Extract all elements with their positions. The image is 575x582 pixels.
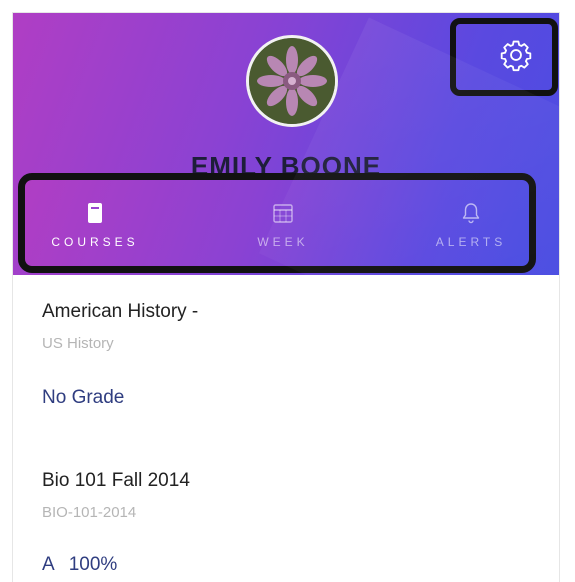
book-icon <box>88 203 102 223</box>
tab-courses-label: COURSES <box>51 235 139 249</box>
course-code: BIO-101-2014 <box>42 504 137 521</box>
app-screen: EMILY BOONE COURSES WEEK ALERTS American… <box>12 12 560 582</box>
course-title: American History - <box>42 301 199 322</box>
grade-percent: 100% <box>68 554 118 575</box>
profile-header: EMILY BOONE COURSES WEEK ALERTS <box>13 13 559 275</box>
course-title: Bio 101 Fall 2014 <box>42 470 190 491</box>
tab-alerts[interactable]: ALERTS <box>411 202 531 262</box>
course-code: US History <box>42 335 114 352</box>
flower-photo-icon <box>249 38 335 124</box>
tab-week-label: WEEK <box>257 235 309 249</box>
avatar[interactable] <box>246 35 338 127</box>
gear-icon <box>500 40 532 72</box>
tab-bar: COURSES WEEK ALERTS <box>18 173 536 273</box>
tab-week[interactable]: WEEK <box>223 202 343 262</box>
course-list: American History - US History No Grade B… <box>13 275 559 582</box>
course-item[interactable]: American History - US History No Grade <box>13 275 559 432</box>
course-item[interactable]: Bio 101 Fall 2014 BIO-101-2014 A 100% <box>13 432 559 582</box>
tab-courses[interactable]: COURSES <box>35 202 155 262</box>
course-grade: A 100% <box>42 554 117 576</box>
course-grade: No Grade <box>42 387 125 408</box>
grade-letter: A <box>42 554 55 575</box>
tab-alerts-label: ALERTS <box>435 235 507 249</box>
settings-button[interactable] <box>450 18 558 96</box>
bell-icon <box>462 203 480 224</box>
calendar-icon <box>273 204 293 223</box>
